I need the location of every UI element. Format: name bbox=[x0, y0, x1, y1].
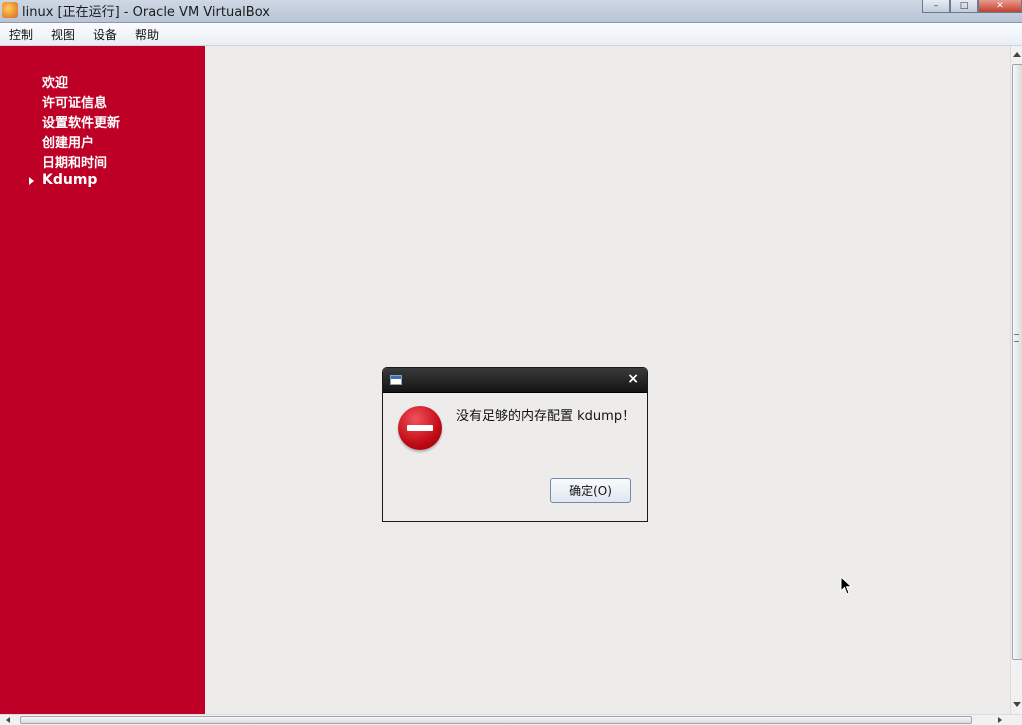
current-step-arrow-icon bbox=[29, 177, 34, 185]
sidebar-item-license: 许可证信息 bbox=[42, 96, 108, 111]
scroll-up-arrow-icon[interactable] bbox=[1013, 52, 1021, 57]
sidebar-item-date-time: 日期和时间 bbox=[42, 156, 108, 171]
sidebar-item-create-user: 创建用户 bbox=[42, 136, 95, 151]
firstboot-sidebar: 欢迎 许可证信息 设置软件更新 创建用户 日期和时间 Kdump bbox=[0, 46, 205, 714]
window-controls: – □ ✕ bbox=[922, 0, 1022, 14]
sidebar-item-kdump: Kdump bbox=[42, 172, 98, 188]
horizontal-scroll-thumb[interactable] bbox=[20, 716, 972, 724]
maximize-button[interactable]: □ bbox=[950, 0, 978, 13]
scroll-grip-icon bbox=[1014, 334, 1019, 342]
virtualbox-app-icon bbox=[2, 2, 18, 18]
close-window-button[interactable]: ✕ bbox=[978, 0, 1022, 13]
menu-view[interactable]: 视图 bbox=[42, 26, 84, 43]
vertical-scrollbar[interactable] bbox=[1010, 46, 1022, 714]
window-titlebar: linux [正在运行] - Oracle VM VirtualBox – □ … bbox=[0, 0, 1022, 23]
ok-button[interactable]: 确定(O) bbox=[550, 478, 631, 503]
error-icon bbox=[398, 406, 442, 450]
horizontal-scrollbar[interactable] bbox=[0, 714, 1022, 725]
mouse-cursor-icon bbox=[840, 576, 853, 595]
menu-devices[interactable]: 设备 bbox=[84, 26, 126, 43]
sidebar-item-software-updates: 设置软件更新 bbox=[42, 116, 121, 131]
dialog-message: 没有足够的内存配置 kdump！ bbox=[456, 409, 636, 424]
scroll-down-arrow-icon[interactable] bbox=[1013, 702, 1021, 707]
vertical-scroll-thumb[interactable] bbox=[1012, 64, 1022, 660]
menubar: 控制 视图 设备 帮助 bbox=[0, 23, 1022, 46]
sidebar-item-welcome: 欢迎 bbox=[42, 76, 69, 91]
scroll-right-arrow-icon[interactable] bbox=[998, 717, 1002, 723]
window-title: linux [正在运行] - Oracle VM VirtualBox bbox=[22, 5, 270, 20]
menu-control[interactable]: 控制 bbox=[0, 26, 42, 43]
dialog-close-button[interactable]: × bbox=[627, 371, 639, 387]
error-dialog: × 没有足够的内存配置 kdump！ 确定(O) bbox=[382, 367, 648, 522]
window-icon bbox=[390, 375, 402, 385]
dialog-titlebar[interactable]: × bbox=[383, 368, 647, 393]
scroll-left-arrow-icon[interactable] bbox=[6, 717, 10, 723]
minimize-button[interactable]: – bbox=[922, 0, 950, 13]
menu-help[interactable]: 帮助 bbox=[126, 26, 168, 43]
